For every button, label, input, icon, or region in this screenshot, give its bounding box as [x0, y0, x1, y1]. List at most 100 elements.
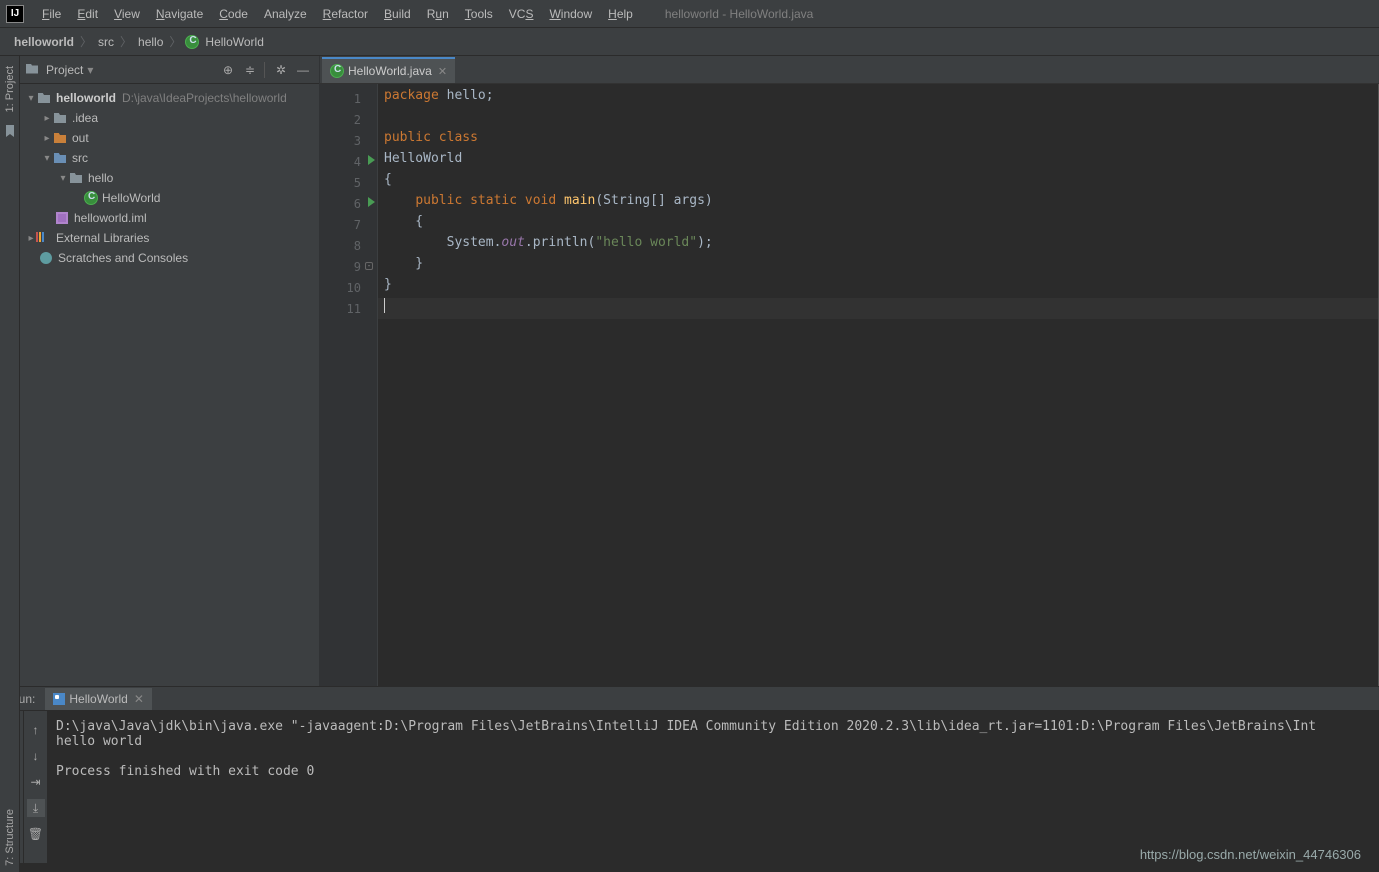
run-gutter-icon[interactable]: [368, 155, 375, 165]
crumb-src[interactable]: src: [96, 35, 116, 49]
run-gutter-icon[interactable]: [368, 197, 375, 207]
tree-label: helloworld.iml: [74, 211, 147, 225]
project-pane-header: Project ▾ ⊕ ≑ ✲ —: [20, 56, 319, 84]
tree-label: .idea: [72, 111, 98, 125]
up-icon[interactable]: ↑: [27, 721, 45, 739]
tree-src[interactable]: ▾ src: [20, 148, 319, 168]
tree-ext-lib[interactable]: ▸ External Libraries: [20, 228, 319, 248]
folder-icon: [26, 64, 38, 74]
menu-window[interactable]: Window: [541, 3, 600, 25]
tool-bookmark-icon[interactable]: [3, 124, 17, 138]
library-icon: [36, 231, 52, 245]
line-number: 9: [354, 260, 361, 274]
breadcrumb-sep-icon: 〉: [76, 33, 96, 50]
menu-bar: IJ File Edit View Navigate Code Analyze …: [0, 0, 1379, 28]
line-number: 5: [354, 176, 361, 190]
project-pane: Project ▾ ⊕ ≑ ✲ — ▾ helloworld D:\java\I…: [20, 56, 320, 686]
gutter: 1 2 3 4 5 6 7 8 9- 10 11: [320, 84, 378, 686]
menu-run[interactable]: Run: [419, 3, 457, 25]
tree-path: D:\java\IdeaProjects\helloworld: [122, 91, 287, 105]
tool-structure-tab[interactable]: 7: Structure: [4, 803, 16, 872]
menu-help[interactable]: Help: [600, 3, 641, 25]
run-panel: Run: HelloWorld ✕ 🐞 ▦ 🖶 📌 ↑ ↓ ⇥ ⤓ 🗑 D:\j…: [0, 686, 1379, 863]
soft-wrap-icon[interactable]: ⇥: [27, 773, 45, 791]
expand-icon[interactable]: ▸: [42, 133, 52, 144]
console-output[interactable]: D:\java\Java\jdk\bin\java.exe "-javaagen…: [48, 711, 1379, 863]
editor-area: HelloWorld.java ✕ 1 2 3 4 5 6 7 8 9- 10 …: [320, 56, 1379, 686]
line-number: 4: [354, 155, 361, 169]
expand-icon[interactable]: ▾: [42, 153, 52, 164]
menu-vcs[interactable]: VCS: [501, 3, 542, 25]
tree-root[interactable]: ▾ helloworld D:\java\IdeaProjects\hellow…: [20, 88, 319, 108]
watermark: https://blog.csdn.net/weixin_44746306: [1140, 847, 1361, 862]
tree-label: External Libraries: [56, 231, 149, 245]
tree-label: helloworld: [56, 91, 116, 105]
crumb-pkg[interactable]: hello: [136, 35, 165, 49]
class-icon: [84, 191, 98, 205]
tree-label: HelloWorld: [102, 191, 160, 205]
line-number: 6: [354, 197, 361, 211]
class-icon: [330, 64, 344, 78]
tool-project-tab[interactable]: 1: Project: [4, 60, 16, 118]
locate-icon[interactable]: ⊕: [218, 60, 238, 80]
tree-label: hello: [88, 171, 113, 185]
scratches-icon: [40, 252, 52, 264]
line-number: 2: [354, 113, 361, 127]
tree-class[interactable]: HelloWorld: [20, 188, 319, 208]
app-icon: [53, 693, 65, 705]
tree-pkg[interactable]: ▾ hello: [20, 168, 319, 188]
collapse-icon[interactable]: ≑: [240, 60, 260, 80]
close-icon[interactable]: ✕: [438, 65, 447, 78]
app-logo: IJ: [6, 5, 24, 23]
code-editor[interactable]: package hello; public class HelloWorld {…: [378, 84, 1379, 686]
down-icon[interactable]: ↓: [27, 747, 45, 765]
fold-icon[interactable]: -: [365, 262, 373, 270]
menu-edit[interactable]: Edit: [69, 3, 106, 25]
editor-tabs: HelloWorld.java ✕: [320, 56, 1379, 84]
menu-analyze[interactable]: Analyze: [256, 3, 315, 25]
breadcrumb: helloworld 〉 src 〉 hello 〉 HelloWorld: [0, 28, 1379, 56]
expand-icon[interactable]: ▾: [26, 93, 36, 104]
expand-icon[interactable]: ▸: [42, 113, 52, 124]
folder-icon: [54, 153, 66, 163]
menu-view[interactable]: View: [106, 3, 148, 25]
close-icon[interactable]: ✕: [134, 692, 144, 706]
menu-code[interactable]: Code: [211, 3, 256, 25]
folder-icon: [54, 113, 66, 123]
line-number: 10: [347, 281, 361, 295]
tree-label: Scratches and Consoles: [58, 251, 188, 265]
window-title: helloworld - HelloWorld.java: [665, 7, 814, 21]
expand-icon[interactable]: ▸: [26, 233, 36, 244]
menu-build[interactable]: Build: [376, 3, 419, 25]
line-number: 7: [354, 218, 361, 232]
folder-icon: [54, 133, 66, 143]
hide-icon[interactable]: —: [293, 60, 313, 80]
trash-icon[interactable]: 🗑: [27, 825, 45, 843]
tree-iml[interactable]: helloworld.iml: [20, 208, 319, 228]
crumb-class[interactable]: HelloWorld: [203, 35, 265, 49]
file-tab-label: HelloWorld.java: [348, 64, 432, 78]
line-number: 11: [347, 302, 361, 316]
menu-file[interactable]: File: [34, 3, 69, 25]
tree-label: src: [72, 151, 88, 165]
dropdown-icon[interactable]: ▾: [87, 63, 93, 77]
line-number: 3: [354, 134, 361, 148]
menu-refactor[interactable]: Refactor: [315, 3, 376, 25]
tree-out[interactable]: ▸ out: [20, 128, 319, 148]
expand-icon[interactable]: ▾: [58, 173, 68, 184]
tree-label: out: [72, 131, 89, 145]
file-tab[interactable]: HelloWorld.java ✕: [322, 57, 455, 83]
gear-icon[interactable]: ✲: [271, 60, 291, 80]
menu-navigate[interactable]: Navigate: [148, 3, 211, 25]
crumb-project[interactable]: helloworld: [12, 35, 76, 49]
line-number: 1: [354, 92, 361, 106]
tree-scratches[interactable]: Scratches and Consoles: [20, 248, 319, 268]
run-config-tab[interactable]: HelloWorld ✕: [45, 688, 152, 710]
project-pane-title[interactable]: Project: [46, 63, 83, 77]
scroll-end-icon[interactable]: ⤓: [27, 799, 45, 817]
project-tree: ▾ helloworld D:\java\IdeaProjects\hellow…: [20, 84, 319, 686]
tree-idea[interactable]: ▸ .idea: [20, 108, 319, 128]
menu-tools[interactable]: Tools: [457, 3, 501, 25]
line-number: 8: [354, 239, 361, 253]
run-tab-label: HelloWorld: [69, 692, 127, 706]
